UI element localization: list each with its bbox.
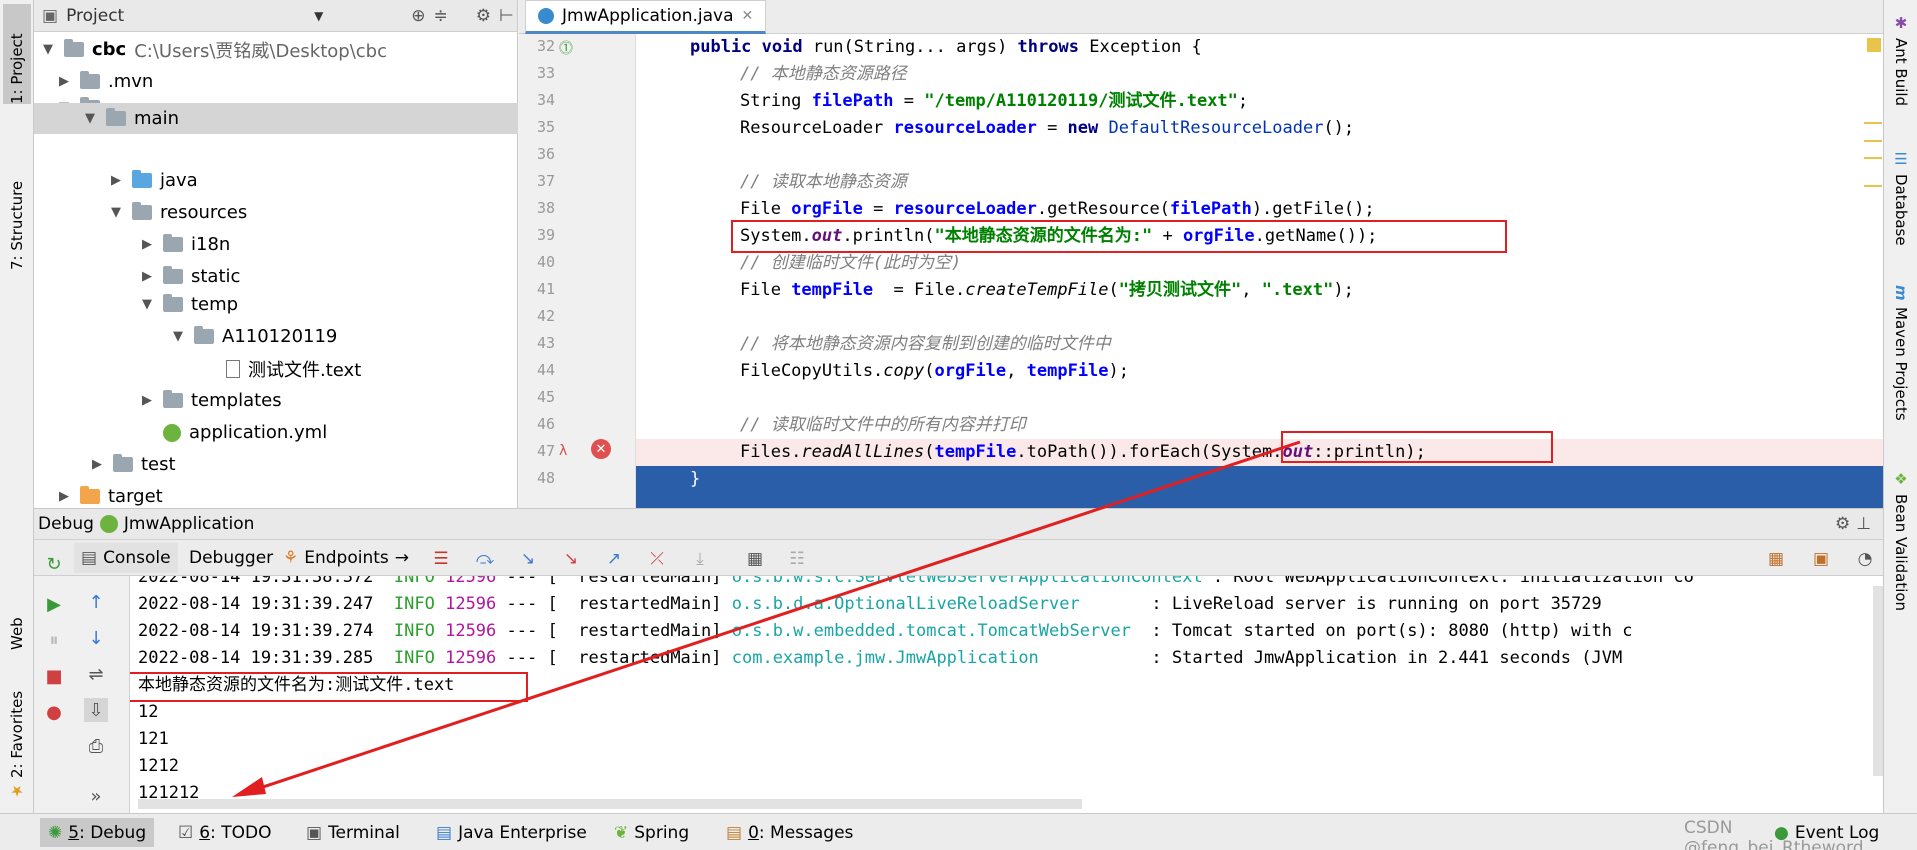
annotation-arrow: [232, 440, 1301, 797]
tool-tab-messages-label: : Messages: [758, 822, 854, 843]
tool-tab-messages[interactable]: ▤ 0: Messages: [718, 818, 861, 847]
terminal-icon: ▣: [306, 822, 323, 843]
tool-tab-debug[interactable]: ✺ 5: Debug: [40, 818, 155, 847]
java-ee-icon: ▤: [436, 822, 453, 843]
messages-icon: ▤: [726, 822, 743, 843]
bug-icon: ✺: [48, 822, 63, 843]
tool-tab-spring-label: Spring: [634, 822, 690, 843]
tool-tab-java-enterprise-label: Java Enterprise: [458, 822, 587, 843]
tool-tab-todo-num: 6: [199, 822, 211, 843]
tool-tab-messages-num: 0: [748, 822, 759, 843]
bottom-tool-bar: ✺ 5: Debug ☑ 6: TODO ▣ Terminal ▤ Java E…: [0, 813, 1917, 850]
tool-tab-terminal-label: Terminal: [328, 822, 400, 843]
todo-icon: ☑: [178, 822, 194, 843]
tool-tab-debug-label: : Debug: [79, 822, 147, 843]
tool-tab-todo-label: : TODO: [210, 822, 272, 843]
tool-tab-terminal[interactable]: ▣ Terminal: [298, 818, 408, 847]
tool-tab-debug-num: 5: [68, 822, 80, 843]
tool-tab-java-enterprise[interactable]: ▤ Java Enterprise: [428, 818, 595, 847]
spring-leaf-icon: ❦: [614, 822, 629, 843]
ide-window: 1: Project 7: Structure Web ★ 2: Favorit…: [0, 0, 1917, 850]
watermark: CSDN @feng_bei_Rtheword: [1684, 818, 1864, 850]
tool-tab-spring[interactable]: ❦ Spring: [606, 818, 697, 847]
tool-tab-todo[interactable]: ☑ 6: TODO: [170, 818, 279, 847]
